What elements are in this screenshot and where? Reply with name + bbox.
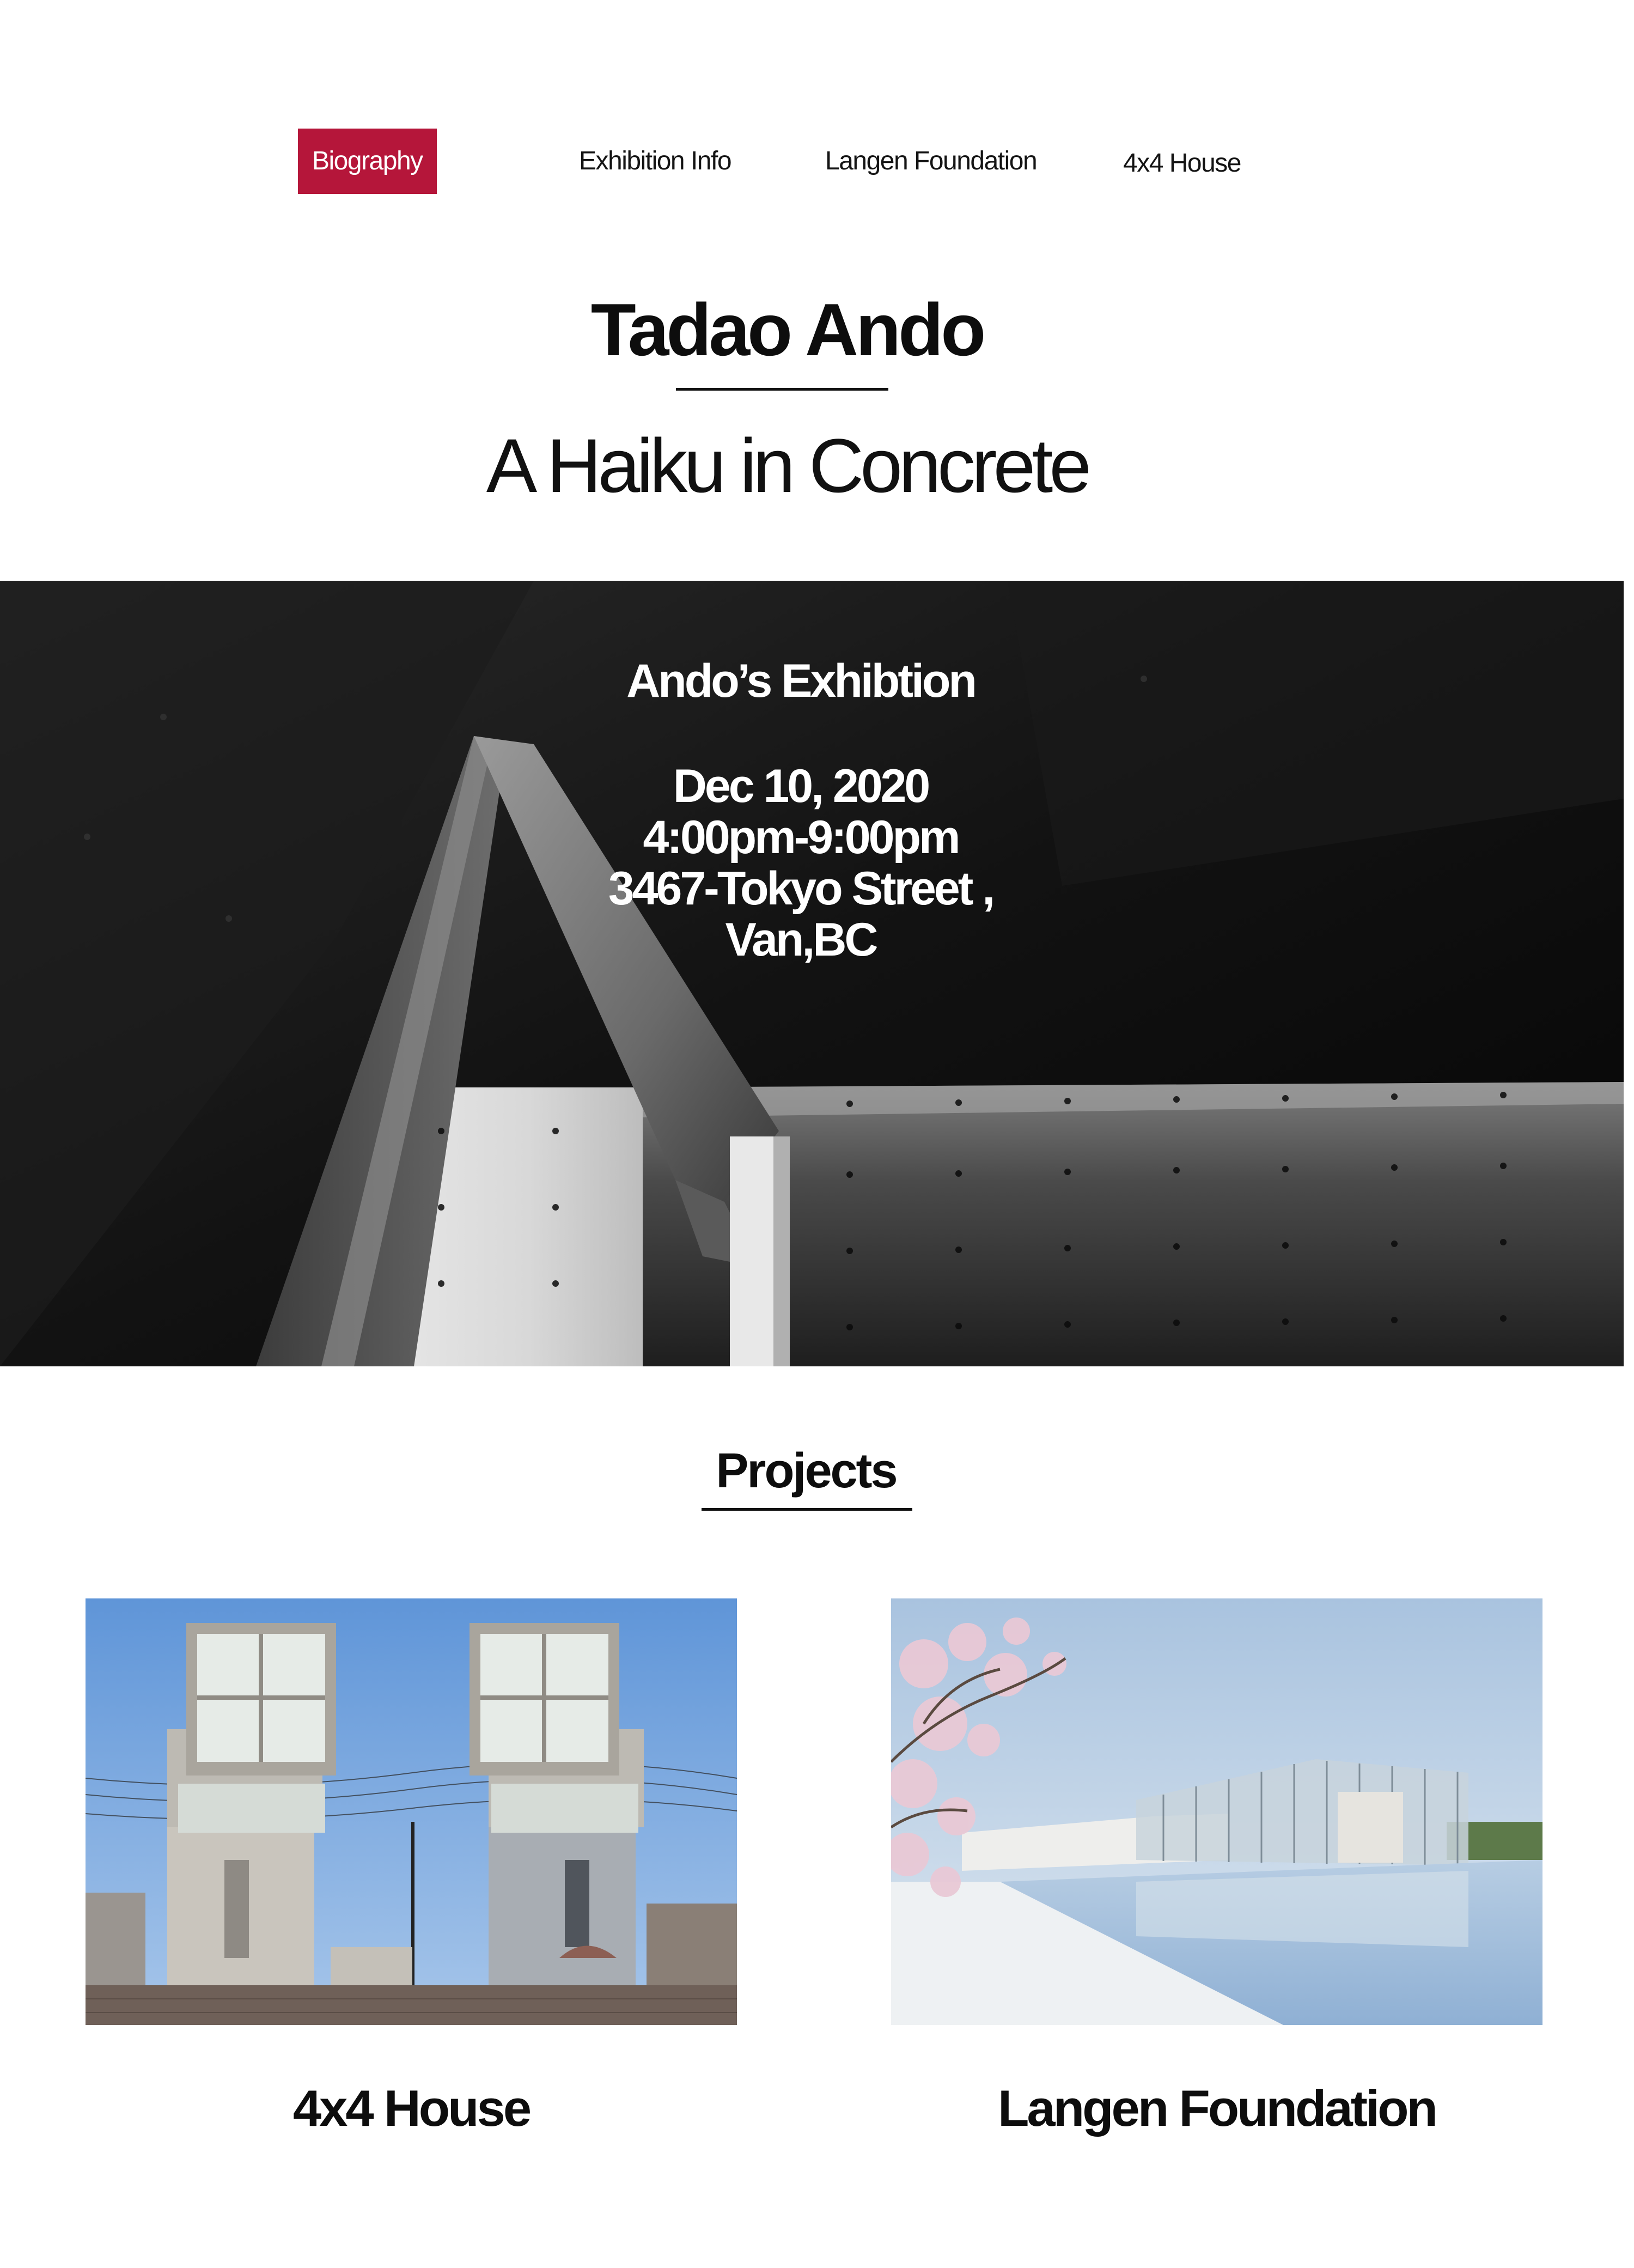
project-4x4-house-label[interactable]: 4x4 House [86,2076,737,2141]
event-date: Dec 10, 2020 [673,760,930,812]
nav-exhibition-info[interactable]: Exhibition Info [579,129,732,194]
nav-4x4-house[interactable]: 4x4 House [1123,131,1241,196]
page-subtitle: A Haiku in Concrete [486,423,1092,508]
title-divider [676,388,888,391]
nav-langen-foundation[interactable]: Langen Foundation [825,129,1038,194]
event-address-line2: Van,BC [725,914,878,966]
hero-heading: Ando’s Exhibtion [626,655,977,707]
page-title: Tadao Ando [590,288,986,371]
hero-event-details: Dec 10, 2020 4:00pm-9:00pm 3467-Tokyo St… [517,761,1084,965]
project-langen-foundation-label[interactable]: Langen Foundation [891,2076,1542,2141]
event-address-line1: 3467-Tokyo Street , [608,862,995,915]
projects-heading: Projects [716,1444,898,1498]
hero-banner: Ando’s Exhibtion Dec 10, 2020 4:00pm-9:0… [0,581,1624,1366]
project-langen-foundation-image[interactable] [891,1598,1542,2025]
project-4x4-house-image[interactable] [86,1598,737,2025]
event-time: 4:00pm-9:00pm [643,811,961,864]
projects-underline [702,1508,912,1511]
nav-biography[interactable]: Biography [298,129,437,194]
